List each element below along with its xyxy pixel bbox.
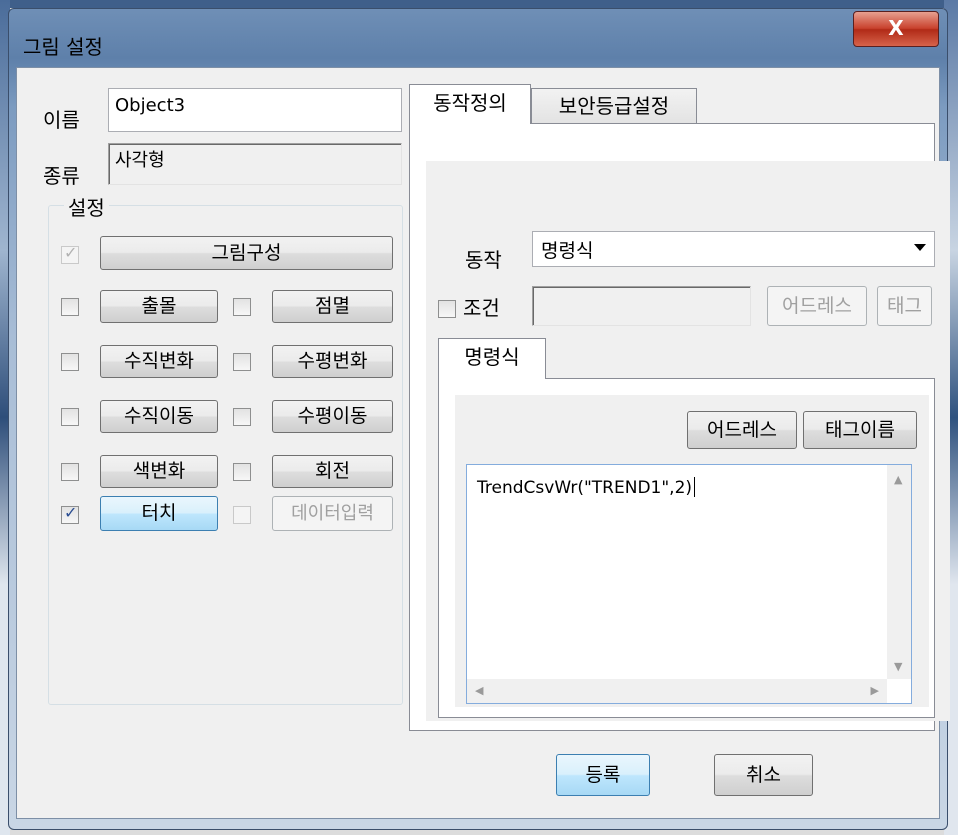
data-input-checkbox	[233, 506, 251, 524]
horizontal-scrollbar[interactable]: ◀ ▶	[467, 679, 887, 703]
close-button[interactable]: X	[853, 11, 939, 47]
cancel-button[interactable]: 취소	[714, 754, 813, 796]
text-caret	[694, 477, 696, 497]
action-select[interactable]: 명령식	[532, 231, 935, 267]
vertical-change-checkbox[interactable]	[61, 353, 79, 371]
settings-group-label: 설정	[64, 192, 109, 221]
scroll-left-icon[interactable]: ◀	[475, 684, 483, 697]
register-button[interactable]: 등록	[556, 754, 650, 796]
dialog-title: 그림 설정	[23, 35, 103, 59]
dialog-client-area: 이름 Object3 종류 사각형 설정 ✓ 그림구성 출몰 점멸 수직변화 수…	[16, 67, 950, 819]
color-change-checkbox[interactable]	[61, 463, 79, 481]
background-top-edge	[0, 0, 958, 8]
name-label: 이름	[43, 108, 80, 132]
condition-input	[532, 286, 751, 326]
color-change-button[interactable]: 색변화	[100, 455, 218, 488]
title-bar[interactable]: 그림 설정 X	[9, 9, 947, 67]
rotate-checkbox[interactable]	[233, 463, 251, 481]
scroll-right-icon[interactable]: ▶	[871, 684, 879, 697]
close-icon: X	[888, 16, 904, 40]
address-button[interactable]: 어드레스	[687, 411, 797, 449]
horizontal-change-button[interactable]: 수평변화	[272, 345, 393, 378]
condition-checkbox[interactable]	[438, 300, 456, 318]
image-config-button[interactable]: 그림구성	[100, 236, 393, 270]
command-tab-panel: 어드레스 태그이름 TrendCsvWr("TREND1",2) ▲ ▼ ◀ ▶	[438, 378, 935, 718]
horizontal-change-checkbox[interactable]	[233, 353, 251, 371]
blink-button[interactable]: 점멸	[272, 290, 393, 323]
appear-button[interactable]: 출몰	[100, 290, 218, 323]
tab-action-definition[interactable]: 동작정의	[409, 84, 531, 124]
appear-checkbox[interactable]	[61, 298, 79, 316]
touch-button[interactable]: 터치	[100, 496, 218, 531]
name-input[interactable]: Object3	[108, 88, 402, 132]
check-icon: ✓	[64, 243, 78, 262]
chevron-down-icon	[914, 244, 926, 251]
check-icon: ✓	[64, 503, 78, 522]
type-label: 종류	[43, 164, 80, 188]
action-label: 동작	[465, 248, 502, 272]
condition-label: 조건	[463, 296, 500, 320]
blink-checkbox[interactable]	[233, 298, 251, 316]
vertical-change-button[interactable]: 수직변화	[100, 345, 218, 378]
horizontal-move-checkbox[interactable]	[233, 408, 251, 426]
type-field: 사각형	[108, 143, 402, 185]
horizontal-move-button[interactable]: 수평이동	[272, 400, 393, 433]
data-input-button: 데이터입력	[272, 496, 393, 531]
scroll-up-icon[interactable]: ▲	[894, 473, 902, 486]
touch-checkbox[interactable]: ✓	[61, 503, 79, 524]
dialog-window: 그림 설정 X 이름 Object3 종류 사각형 설정 ✓ 그림구성 출몰 점…	[8, 8, 950, 830]
condition-address-button: 어드레스	[767, 286, 867, 326]
rotate-button[interactable]: 회전	[272, 455, 393, 488]
tag-name-button[interactable]: 태그이름	[803, 411, 917, 449]
command-code: TrendCsvWr("TREND1",2)	[477, 477, 696, 498]
vertical-scrollbar[interactable]: ▲ ▼	[887, 465, 911, 679]
condition-tag-button: 태그	[877, 286, 932, 326]
tab-command-expression[interactable]: 명령식	[438, 338, 546, 379]
action-tab-panel: 동작 명령식 조건 어드레스 태그 명령식 어드레스 태그이름 TrendCsv…	[409, 123, 950, 731]
action-select-value: 명령식	[541, 240, 594, 262]
tab-security-level[interactable]: 보안등급설정	[531, 88, 697, 124]
command-textarea[interactable]: TrendCsvWr("TREND1",2) ▲ ▼ ◀ ▶	[466, 464, 912, 704]
vertical-move-checkbox[interactable]	[61, 408, 79, 426]
image-config-checkbox: ✓	[61, 243, 79, 264]
scroll-down-icon[interactable]: ▼	[894, 660, 902, 673]
vertical-move-button[interactable]: 수직이동	[100, 400, 218, 433]
